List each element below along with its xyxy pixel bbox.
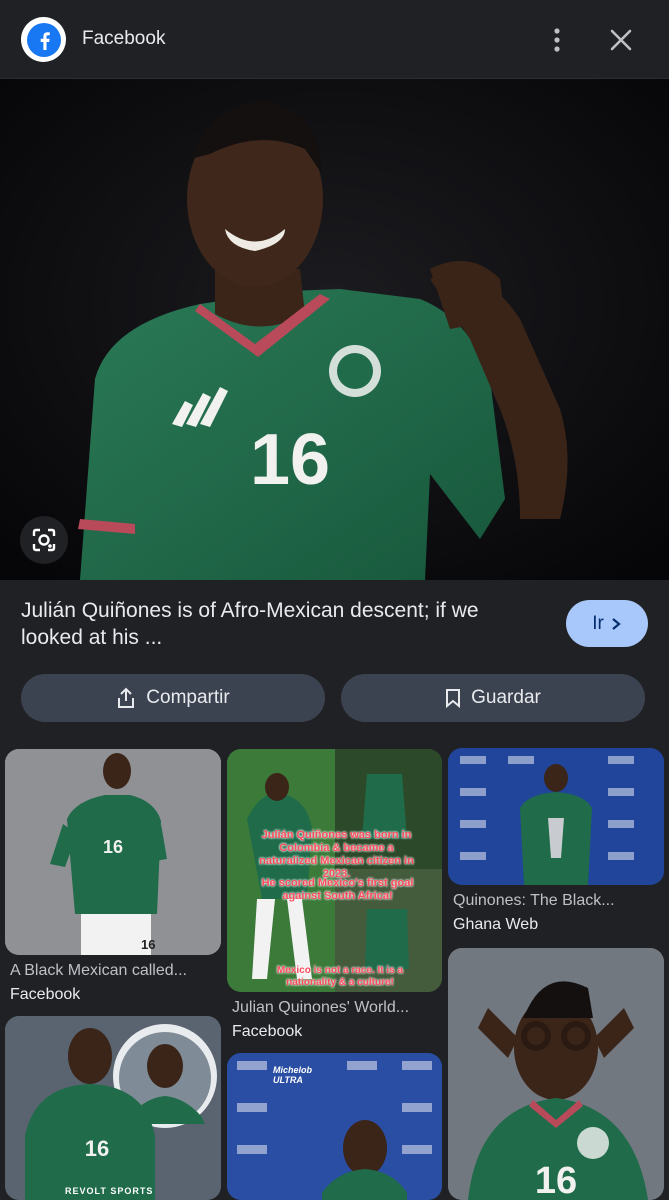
- overlay-text-2: He scored Mexico's first goal against So…: [261, 877, 414, 902]
- save-button[interactable]: Guardar: [341, 674, 645, 722]
- overlay-text-3: Mexico is not a race. It is a nationalit…: [276, 965, 404, 988]
- svg-text:16: 16: [85, 1136, 109, 1161]
- svg-text:16: 16: [535, 1160, 577, 1200]
- chevron-right-icon: [612, 617, 621, 630]
- svg-text:16: 16: [141, 937, 155, 952]
- jersey-number: 16: [250, 420, 330, 500]
- svg-text:16: 16: [103, 837, 123, 857]
- bookmark-icon: [446, 689, 461, 708]
- related-title-1[interactable]: A Black Mexican called...: [10, 962, 187, 980]
- related-source-1: Facebook: [10, 986, 81, 1003]
- related-image-5[interactable]: Michelob ULTRA: [227, 1053, 442, 1200]
- close-icon[interactable]: [607, 26, 635, 54]
- related-image-1[interactable]: 16 16: [5, 749, 221, 955]
- top-bar: Facebook: [0, 0, 669, 79]
- share-icon: [118, 687, 135, 708]
- share-label: Compartir: [146, 687, 230, 708]
- related-title-2[interactable]: Julian Quinones' World...: [232, 999, 409, 1017]
- sponsor-text: Michelob ULTRA: [273, 1065, 313, 1085]
- overlay-text-1: Julián Quiñones was born in Colombia & b…: [259, 829, 414, 880]
- related-image-4[interactable]: 16 REVOLT SPORTS: [5, 1016, 221, 1200]
- related-image-2[interactable]: Julián Quiñones was born in Colombia & b…: [227, 749, 442, 992]
- share-button[interactable]: Compartir: [21, 674, 325, 722]
- main-image[interactable]: 16: [0, 79, 669, 580]
- save-label: Guardar: [471, 687, 541, 708]
- facebook-logo-icon: [21, 17, 66, 62]
- source-title: Facebook: [82, 28, 166, 49]
- go-button[interactable]: Ir: [566, 600, 648, 647]
- related-title-3[interactable]: Quinones: The Black...: [453, 892, 615, 910]
- go-label: Ir: [592, 612, 604, 634]
- more-options-icon[interactable]: [545, 26, 569, 54]
- lens-search-button[interactable]: [20, 516, 68, 564]
- related-source-3: Ghana Web: [453, 916, 539, 933]
- watermark-text: REVOLT SPORTS: [65, 1186, 154, 1196]
- related-source-2: Facebook: [232, 1023, 303, 1040]
- related-image-6[interactable]: 16: [448, 948, 664, 1200]
- related-image-3[interactable]: [448, 748, 664, 885]
- lens-icon: [32, 528, 56, 552]
- result-caption[interactable]: Julián Quiñones is of Afro-Mexican desce…: [21, 597, 541, 651]
